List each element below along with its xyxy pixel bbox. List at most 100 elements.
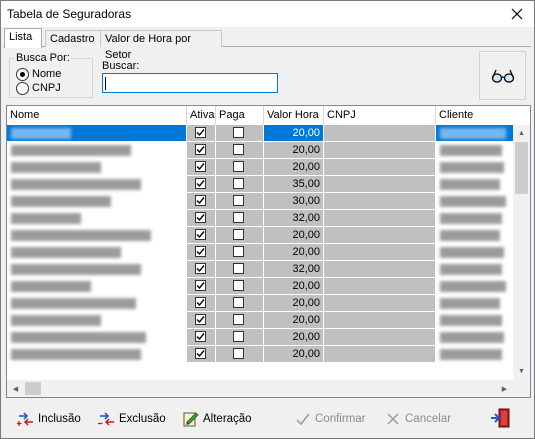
cell-valor-hora[interactable]: 20,00: [264, 244, 324, 261]
alteracao-button[interactable]: Alteração: [181, 409, 252, 429]
table-row[interactable]: 20,00: [7, 159, 514, 176]
radio-nome[interactable]: Nome: [16, 67, 86, 81]
exclusao-button[interactable]: Exclusão: [97, 409, 166, 429]
cell-cnpj[interactable]: [324, 227, 436, 244]
cell-paga-iss[interactable]: [216, 244, 264, 261]
scroll-up-icon[interactable]: ▲: [513, 125, 530, 142]
cell-cnpj[interactable]: [324, 210, 436, 227]
cell-paga-iss[interactable]: [216, 346, 264, 363]
cell-cnpj[interactable]: [324, 329, 436, 346]
ativa-checkbox[interactable]: [195, 144, 206, 155]
cell-paga-iss[interactable]: [216, 312, 264, 329]
inclusao-button[interactable]: Inclusão: [16, 409, 81, 429]
table-row[interactable]: 20,00: [7, 295, 514, 312]
ativa-checkbox[interactable]: [195, 297, 206, 308]
cell-cnpj[interactable]: [324, 261, 436, 278]
cell-cnpj[interactable]: [324, 312, 436, 329]
tab-lista[interactable]: Lista: [4, 28, 42, 48]
cell-cnpj[interactable]: [324, 193, 436, 210]
table-row[interactable]: 30,00: [7, 193, 514, 210]
column-header-paga-iss[interactable]: Paga ISS: [216, 106, 264, 140]
cell-paga-iss[interactable]: [216, 210, 264, 227]
table-row[interactable]: 32,00: [7, 261, 514, 278]
cell-ativa[interactable]: [187, 244, 216, 261]
cell-cliente[interactable]: [436, 159, 514, 176]
cell-cnpj[interactable]: [324, 244, 436, 261]
ativa-checkbox[interactable]: [195, 127, 206, 138]
search-input[interactable]: [102, 73, 278, 93]
cell-cliente[interactable]: [436, 329, 514, 346]
cell-cliente[interactable]: [436, 193, 514, 210]
cell-nome[interactable]: [7, 159, 187, 176]
cell-ativa[interactable]: [187, 346, 216, 363]
cell-paga-iss[interactable]: [216, 125, 264, 142]
paga-iss-checkbox[interactable]: [233, 195, 244, 206]
cell-valor-hora[interactable]: 20,00: [264, 346, 324, 363]
paga-iss-checkbox[interactable]: [233, 127, 244, 138]
cell-ativa[interactable]: [187, 278, 216, 295]
ativa-checkbox[interactable]: [195, 212, 206, 223]
cell-cliente[interactable]: [436, 261, 514, 278]
paga-iss-checkbox[interactable]: [233, 297, 244, 308]
scroll-right-icon[interactable]: ▶: [496, 380, 513, 397]
table-row[interactable]: 20,00: [7, 312, 514, 329]
ativa-checkbox[interactable]: [195, 178, 206, 189]
paga-iss-checkbox[interactable]: [233, 212, 244, 223]
ativa-checkbox[interactable]: [195, 280, 206, 291]
cell-valor-hora[interactable]: 20,00: [264, 125, 324, 142]
cell-cliente[interactable]: [436, 210, 514, 227]
exit-button[interactable]: [489, 405, 515, 431]
cell-valor-hora[interactable]: 20,00: [264, 312, 324, 329]
ativa-checkbox[interactable]: [195, 348, 206, 359]
cell-cliente[interactable]: [436, 227, 514, 244]
ativa-checkbox[interactable]: [195, 229, 206, 240]
cell-paga-iss[interactable]: [216, 193, 264, 210]
column-header-ativa[interactable]: Ativa: [187, 106, 216, 125]
paga-iss-checkbox[interactable]: [233, 314, 244, 325]
horizontal-scrollbar[interactable]: ◀ ▶: [7, 380, 513, 397]
ativa-checkbox[interactable]: [195, 263, 206, 274]
cell-nome[interactable]: [7, 227, 187, 244]
close-button[interactable]: [500, 1, 534, 27]
cell-ativa[interactable]: [187, 142, 216, 159]
ativa-checkbox[interactable]: [195, 195, 206, 206]
tab-valor-hora-setor[interactable]: Valor de Hora por Setor: [100, 30, 222, 61]
ativa-checkbox[interactable]: [195, 314, 206, 325]
cell-ativa[interactable]: [187, 210, 216, 227]
paga-iss-checkbox[interactable]: [233, 178, 244, 189]
column-header-cliente[interactable]: Cliente: [436, 106, 530, 125]
ativa-checkbox[interactable]: [195, 246, 206, 257]
horizontal-scroll-thumb[interactable]: [25, 382, 41, 395]
cell-valor-hora[interactable]: 20,00: [264, 142, 324, 159]
cell-paga-iss[interactable]: [216, 278, 264, 295]
cell-paga-iss[interactable]: [216, 329, 264, 346]
cell-nome[interactable]: [7, 176, 187, 193]
cell-nome[interactable]: [7, 210, 187, 227]
cell-nome[interactable]: [7, 193, 187, 210]
cell-valor-hora[interactable]: 20,00: [264, 227, 324, 244]
paga-iss-checkbox[interactable]: [233, 280, 244, 291]
cell-cliente[interactable]: [436, 176, 514, 193]
cell-cnpj[interactable]: [324, 159, 436, 176]
ativa-checkbox[interactable]: [195, 161, 206, 172]
table-row[interactable]: 20,00: [7, 278, 514, 295]
table-row[interactable]: 20,00: [7, 329, 514, 346]
column-header-valor-hora[interactable]: Valor Hora: [264, 106, 324, 125]
cell-valor-hora[interactable]: 30,00: [264, 193, 324, 210]
paga-iss-checkbox[interactable]: [233, 348, 244, 359]
cell-nome[interactable]: [7, 295, 187, 312]
search-button[interactable]: [479, 51, 526, 100]
table-row[interactable]: 20,00: [7, 227, 514, 244]
cell-nome[interactable]: [7, 125, 187, 142]
cell-paga-iss[interactable]: [216, 159, 264, 176]
cell-cnpj[interactable]: [324, 278, 436, 295]
cell-ativa[interactable]: [187, 312, 216, 329]
cell-ativa[interactable]: [187, 295, 216, 312]
cell-cliente[interactable]: [436, 244, 514, 261]
vertical-scroll-thumb[interactable]: [515, 142, 528, 194]
paga-iss-checkbox[interactable]: [233, 263, 244, 274]
cell-nome[interactable]: [7, 278, 187, 295]
paga-iss-checkbox[interactable]: [233, 229, 244, 240]
column-header-cnpj[interactable]: CNPJ: [324, 106, 436, 125]
paga-iss-checkbox[interactable]: [233, 144, 244, 155]
